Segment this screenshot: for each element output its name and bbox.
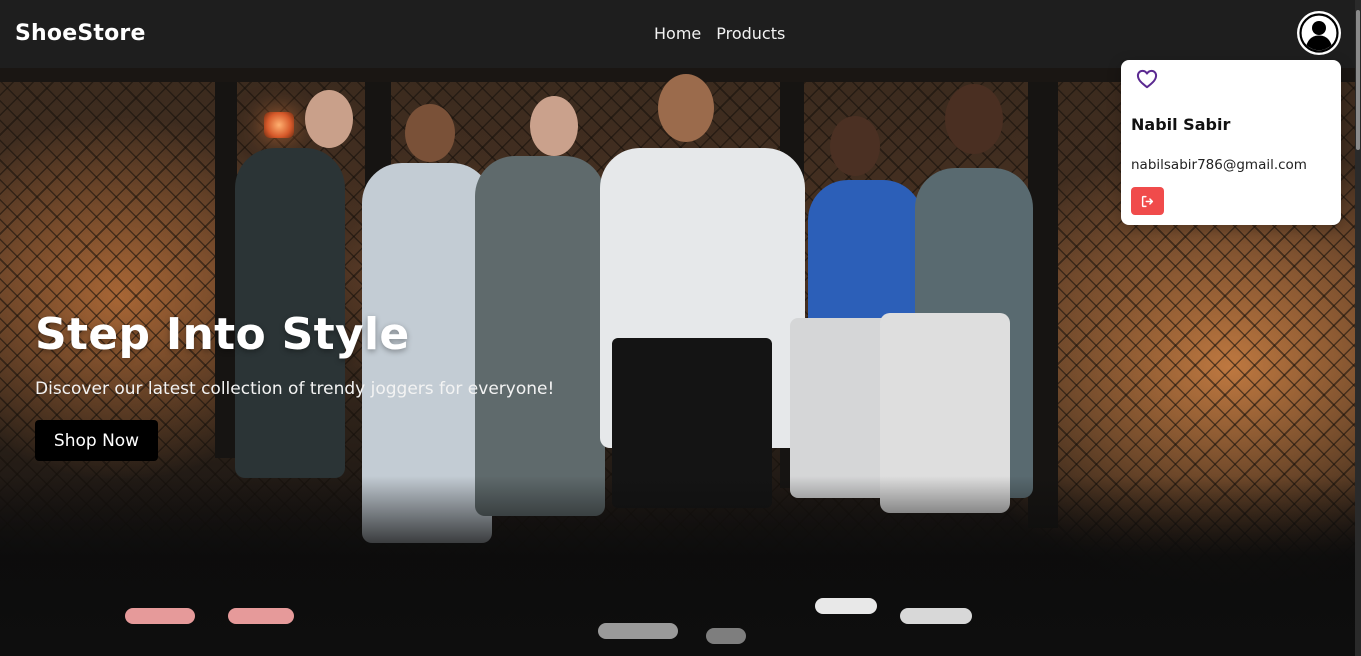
profile-email: nabilsabir786@gmail.com [1131, 157, 1307, 173]
profile-name: Nabil Sabir [1131, 115, 1231, 134]
page-scrollbar[interactable] [1355, 0, 1361, 656]
user-avatar-button[interactable] [1297, 11, 1341, 55]
user-circle-icon [1299, 13, 1339, 53]
nav-link-products[interactable]: Products [716, 24, 785, 43]
hero-title: Step Into Style [35, 309, 410, 360]
nav-links: Home Products [654, 24, 785, 43]
logout-button[interactable] [1131, 187, 1164, 215]
profile-dropdown: Nabil Sabir nabilsabir786@gmail.com [1121, 60, 1341, 225]
heart-icon [1136, 69, 1158, 89]
shop-now-button[interactable]: Shop Now [35, 420, 158, 461]
nav-link-home[interactable]: Home [654, 24, 701, 43]
wishlist-button[interactable] [1136, 69, 1160, 91]
hero-subtitle: Discover our latest collection of trendy… [35, 379, 555, 399]
navbar: ShoeStore Home Products [0, 0, 1361, 68]
hero-content: Step Into Style Discover our latest coll… [35, 308, 554, 461]
logout-icon [1141, 195, 1154, 207]
scrollbar-thumb[interactable] [1356, 10, 1360, 150]
brand-logo[interactable]: ShoeStore [15, 21, 146, 46]
